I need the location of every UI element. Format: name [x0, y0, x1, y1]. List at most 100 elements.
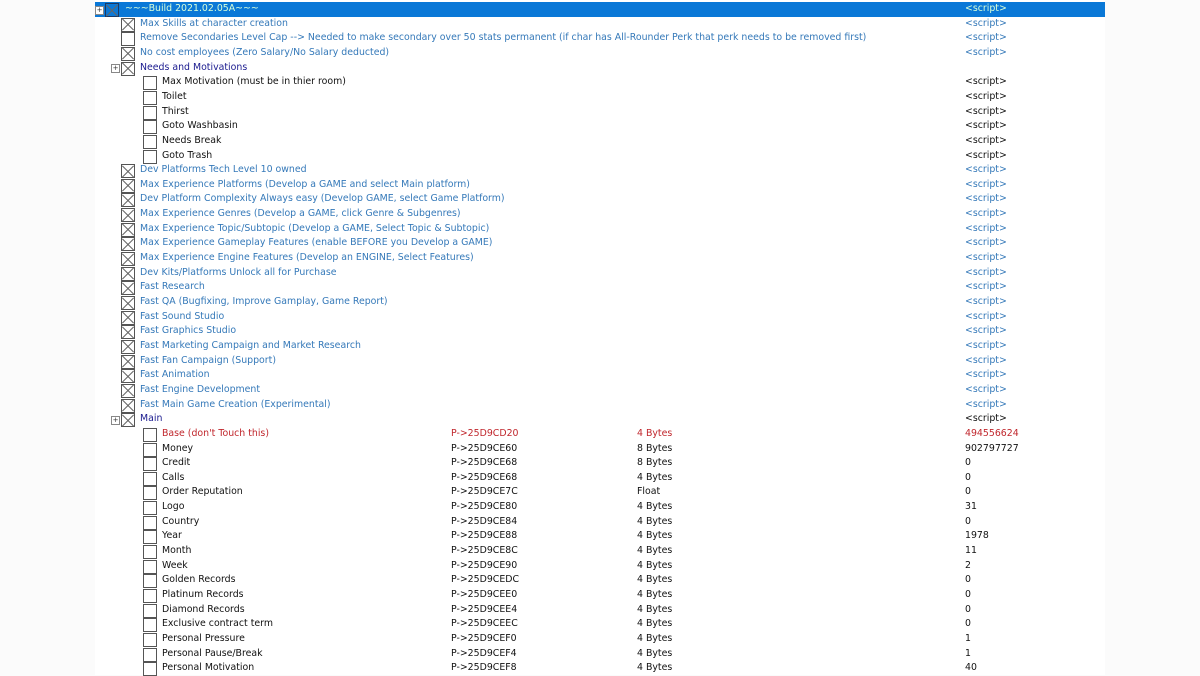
table-row[interactable]: Max Motivation (must be in thier room) <s…: [95, 75, 1105, 91]
table-row[interactable]: Order Reputation P->25D9CE7C Float 0: [95, 485, 1105, 501]
entry-value[interactable]: <script>: [965, 354, 1007, 369]
entry-value[interactable]: <script>: [965, 207, 1007, 222]
activate-checkbox[interactable]: [143, 486, 157, 501]
table-row[interactable]: Max Experience Platforms (Develop a GAME…: [95, 178, 1105, 193]
activate-checkbox[interactable]: [143, 647, 157, 662]
table-row[interactable]: Max Experience Genres (Develop a GAME, c…: [95, 207, 1105, 223]
entry-value[interactable]: 2: [965, 559, 971, 574]
table-row[interactable]: Dev Platform Complexity Always easy (Dev…: [95, 192, 1105, 208]
table-row[interactable]: Max Experience Engine Features (Develop …: [95, 251, 1105, 267]
activate-checkbox[interactable]: [143, 618, 157, 633]
activate-checkbox[interactable]: [143, 515, 157, 530]
activate-checkbox[interactable]: [143, 90, 157, 105]
activate-checkbox[interactable]: [143, 457, 157, 472]
entry-value[interactable]: <script>: [965, 236, 1007, 251]
entry-value[interactable]: <script>: [965, 368, 1007, 383]
activate-checkbox[interactable]: [143, 149, 157, 164]
entry-value[interactable]: <script>: [965, 105, 1007, 120]
activate-checkbox[interactable]: [143, 632, 157, 647]
entry-value[interactable]: <script>: [965, 266, 1007, 281]
table-row[interactable]: Credit P->25D9CE68 8 Bytes 0: [95, 456, 1105, 472]
activate-checkbox[interactable]: [143, 662, 157, 676]
expand-toggle-icon[interactable]: +: [95, 5, 104, 15]
entry-value[interactable]: 494556624: [965, 427, 1019, 442]
table-row[interactable]: Week P->25D9CE90 4 Bytes 2: [95, 559, 1105, 574]
entry-value[interactable]: <script>: [965, 412, 1007, 427]
entry-value[interactable]: 0: [965, 456, 971, 471]
table-row[interactable]: Dev Platforms Tech Level 10 owned <script…: [95, 163, 1105, 179]
activate-checkbox[interactable]: [121, 266, 135, 281]
activate-checkbox[interactable]: [121, 46, 135, 61]
table-row[interactable]: Needs Break <script>: [95, 134, 1105, 149]
table-row[interactable]: Money P->25D9CE60 8 Bytes 902797727: [95, 442, 1105, 457]
table-row[interactable]: Personal Pause/Break P->25D9CEF4 4 Bytes 1: [95, 647, 1105, 662]
activate-checkbox[interactable]: [143, 120, 157, 135]
entry-value[interactable]: <script>: [965, 134, 1007, 149]
activate-checkbox[interactable]: [105, 3, 119, 17]
table-row[interactable]: Platinum Records P->25D9CEE0 4 Bytes 0: [95, 588, 1105, 603]
entry-value[interactable]: <script>: [965, 222, 1007, 237]
entry-value[interactable]: 0: [965, 515, 971, 530]
activate-checkbox[interactable]: [143, 574, 157, 589]
entry-value[interactable]: <script>: [965, 280, 1007, 295]
activate-checkbox[interactable]: [143, 559, 157, 574]
table-row[interactable]: Goto Washbasin <script>: [95, 119, 1105, 135]
activate-checkbox[interactable]: [143, 589, 157, 603]
entry-value[interactable]: <script>: [965, 2, 1007, 17]
activate-checkbox[interactable]: [143, 76, 157, 91]
activate-checkbox[interactable]: [143, 603, 157, 618]
activate-checkbox[interactable]: [121, 413, 135, 428]
activate-checkbox[interactable]: [143, 427, 157, 442]
activate-checkbox[interactable]: [121, 208, 135, 223]
activate-checkbox[interactable]: [121, 310, 135, 325]
activate-checkbox[interactable]: [143, 545, 157, 560]
activate-checkbox[interactable]: [143, 501, 157, 516]
table-row[interactable]: Logo P->25D9CE80 4 Bytes 31: [95, 500, 1105, 516]
table-row[interactable]: Max Skills at character creation <script>: [95, 17, 1105, 32]
entry-value[interactable]: <script>: [965, 324, 1007, 339]
activate-checkbox[interactable]: [121, 383, 135, 398]
table-row[interactable]: Base (don't Touch this) P->25D9CD20 4 Byte…: [95, 427, 1105, 442]
entry-value[interactable]: 0: [965, 471, 971, 486]
expand-toggle-icon[interactable]: +: [111, 415, 120, 425]
entry-value[interactable]: 0: [965, 617, 971, 632]
table-row[interactable]: Fast Marketing Campaign and Market Resea…: [95, 339, 1105, 354]
table-row[interactable]: Goto Trash <script>: [95, 149, 1105, 164]
entry-value[interactable]: 0: [965, 573, 971, 588]
entry-value[interactable]: <script>: [965, 163, 1007, 178]
table-row[interactable]: Max Experience Topic/Subtopic (Develop a…: [95, 222, 1105, 237]
entry-value[interactable]: 1978: [965, 529, 989, 544]
entry-value[interactable]: <script>: [965, 31, 1007, 46]
activate-checkbox[interactable]: [121, 252, 135, 267]
entry-value[interactable]: <script>: [965, 310, 1007, 325]
table-row[interactable]: Country P->25D9CE84 4 Bytes 0: [95, 515, 1105, 530]
table-row[interactable]: Max Experience Gameplay Features (enable…: [95, 236, 1105, 252]
entry-value[interactable]: <script>: [965, 46, 1007, 61]
activate-checkbox[interactable]: [121, 325, 135, 340]
activate-checkbox[interactable]: [121, 164, 135, 179]
table-row[interactable]: Fast Graphics Studio <script>: [95, 324, 1105, 340]
entry-value[interactable]: <script>: [965, 149, 1007, 164]
entry-value[interactable]: 902797727: [965, 442, 1019, 457]
table-row[interactable]: Personal Pressure P->25D9CEF0 4 Bytes 1: [95, 632, 1105, 647]
activate-checkbox[interactable]: [121, 61, 135, 76]
entry-value[interactable]: 1: [965, 647, 971, 662]
entry-value[interactable]: 1: [965, 632, 971, 647]
entry-value[interactable]: <script>: [965, 398, 1007, 413]
entry-value[interactable]: 40: [965, 661, 977, 676]
entry-value[interactable]: <script>: [965, 119, 1007, 134]
table-row[interactable]: Fast Animation <script>: [95, 368, 1105, 384]
activate-checkbox[interactable]: [121, 296, 135, 310]
table-row[interactable]: Month P->25D9CE8C 4 Bytes 11: [95, 544, 1105, 560]
table-row[interactable]: Diamond Records P->25D9CEE4 4 Bytes 0: [95, 603, 1105, 618]
table-row[interactable]: Fast QA (Bugfixing, Improve Gamplay, Gam…: [95, 295, 1105, 310]
entry-value[interactable]: <script>: [965, 17, 1007, 32]
entry-value[interactable]: <script>: [965, 192, 1007, 207]
activate-checkbox[interactable]: [121, 237, 135, 252]
activate-checkbox[interactable]: [143, 134, 157, 149]
table-row[interactable]: Golden Records P->25D9CEDC 4 Bytes 0: [95, 573, 1105, 589]
activate-checkbox[interactable]: [143, 105, 157, 120]
entry-value[interactable]: <script>: [965, 251, 1007, 266]
table-row[interactable]: No cost employees (Zero Salary/No Salary…: [95, 46, 1105, 61]
table-row[interactable]: + ~~~Build 2021.02.05A~~~ <script>: [95, 2, 1105, 17]
